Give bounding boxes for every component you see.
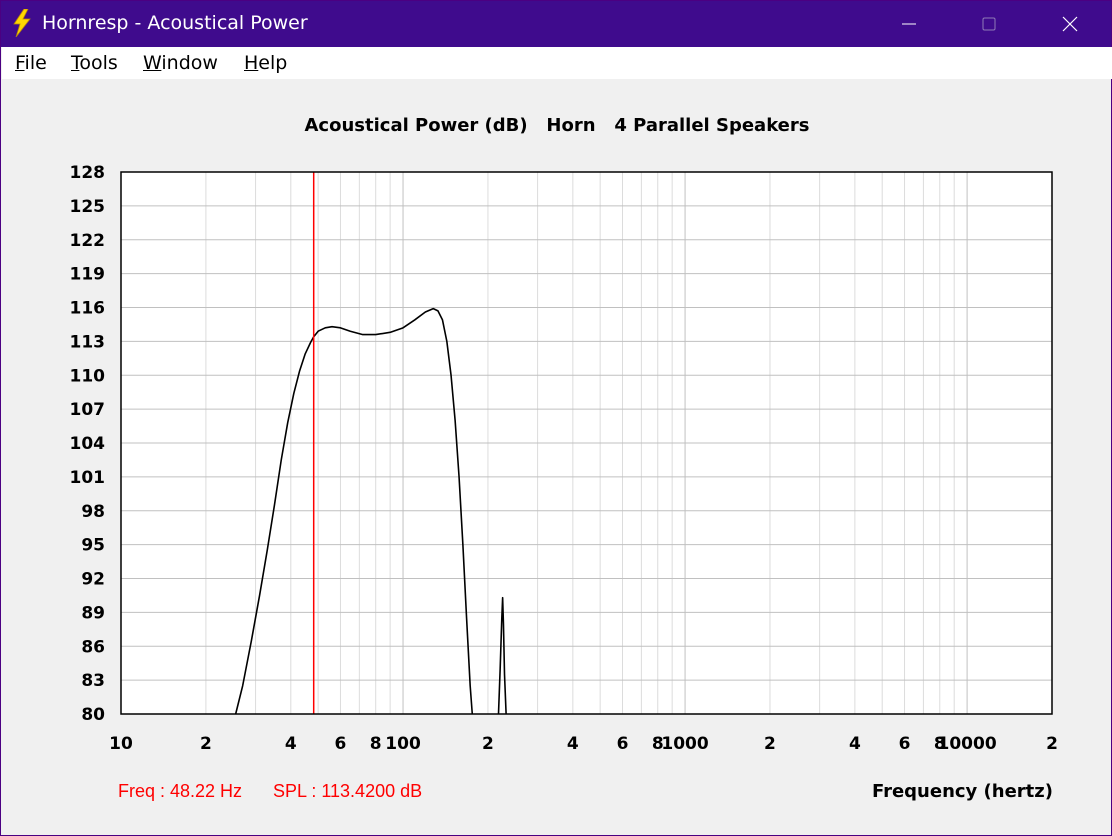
window-title: Hornresp - Acoustical Power <box>42 12 308 34</box>
y-tick-label: 89 <box>81 603 105 623</box>
x-tick-label: 6 <box>335 734 347 754</box>
close-icon <box>1062 16 1078 32</box>
x-tick-label: 4 <box>567 734 579 754</box>
y-tick-label: 128 <box>70 163 106 183</box>
x-tick-label: 8 <box>370 734 382 754</box>
y-tick-label: 107 <box>70 400 106 420</box>
y-tick-label: 80 <box>81 705 105 725</box>
close-button[interactable] <box>1030 1 1110 47</box>
x-tick-label: 10000 <box>938 734 997 754</box>
x-tick-label: 2 <box>764 734 776 754</box>
y-tick-label: 86 <box>81 637 105 657</box>
frequency-readout: Freq : 48.22 Hz <box>118 781 243 801</box>
y-tick-label: 119 <box>70 265 106 285</box>
maximize-icon <box>982 17 996 31</box>
menu-file[interactable]: File <box>15 52 47 74</box>
x-tick-label: 1000 <box>661 734 708 754</box>
menu-tools[interactable]: Tools <box>71 52 118 74</box>
acoustical-power-chart[interactable]: 1281251221191161131101071041019895928986… <box>1 79 1111 835</box>
y-tick-label: 113 <box>70 332 106 352</box>
app-window: Hornresp - Acoustical Power File Tools W… <box>0 0 1112 836</box>
x-tick-label: 6 <box>617 734 629 754</box>
x-tick-label: 6 <box>899 734 911 754</box>
x-tick-label: 10 <box>109 734 133 754</box>
title-bar[interactable]: Hornresp - Acoustical Power <box>1 1 1111 47</box>
x-tick-label: 2 <box>1046 734 1058 754</box>
menu-help[interactable]: Help <box>244 52 287 74</box>
y-tick-label: 125 <box>70 197 106 217</box>
x-tick-label: 4 <box>849 734 861 754</box>
y-tick-label: 122 <box>70 231 106 251</box>
lightning-bolt-icon <box>13 9 31 37</box>
y-tick-label: 104 <box>70 434 106 454</box>
menu-bar: File Tools Window Help <box>2 47 1112 79</box>
y-tick-label: 83 <box>81 671 105 691</box>
minimize-icon <box>902 23 916 25</box>
y-tick-label: 110 <box>70 366 106 386</box>
menu-window[interactable]: Window <box>143 52 218 74</box>
y-tick-label: 101 <box>70 468 106 488</box>
x-tick-label: 2 <box>482 734 494 754</box>
chart-area[interactable]: Acoustical Power (dB) Horn 4 Parallel Sp… <box>1 79 1111 835</box>
maximize-button[interactable] <box>949 1 1029 47</box>
y-tick-label: 116 <box>70 299 106 319</box>
y-tick-label: 92 <box>81 570 105 590</box>
y-tick-label: 95 <box>81 536 105 556</box>
x-tick-label: 100 <box>385 734 421 754</box>
x-tick-label: 2 <box>200 734 212 754</box>
y-tick-label: 98 <box>81 502 105 522</box>
spl-readout: SPL : 113.4200 dB <box>273 781 423 801</box>
minimize-button[interactable] <box>869 1 949 47</box>
x-axis-title: Frequency (hertz) <box>871 781 1053 802</box>
x-tick-label: 4 <box>285 734 297 754</box>
